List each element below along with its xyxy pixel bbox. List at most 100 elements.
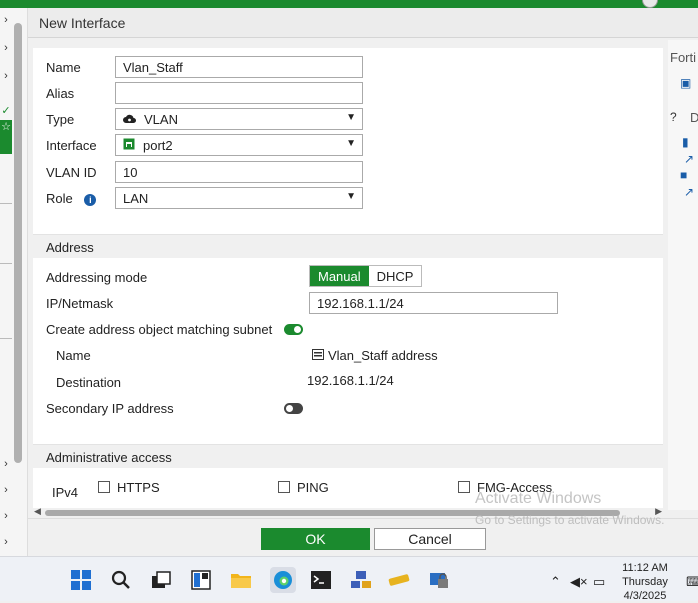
network-app-icon[interactable] <box>350 569 372 591</box>
https-checkbox[interactable]: HTTPS <box>98 480 160 495</box>
security-app-icon[interactable] <box>428 569 450 591</box>
interface-form: Name Vlan_Staff Alias Type VLAN ▼ Interf… <box>33 48 663 508</box>
vlanid-label: VLAN ID <box>46 165 97 180</box>
interface-label: Interface <box>46 138 97 153</box>
secondary-ip-label: Secondary IP address <box>46 401 174 416</box>
app-icon[interactable] <box>388 569 410 591</box>
divider <box>0 338 12 339</box>
monitor-icon[interactable]: ▣ <box>680 76 691 90</box>
cancel-button[interactable]: Cancel <box>374 528 486 550</box>
obj-dest-value: 192.168.1.1/24 <box>307 373 394 388</box>
interface-select[interactable]: port2 ▼ <box>115 134 363 156</box>
book-icon[interactable]: ▮ <box>682 135 689 149</box>
video-icon[interactable]: ■ <box>680 168 687 182</box>
create-obj-label: Create address object matching subnet <box>46 322 273 337</box>
chevron-right-icon[interactable]: › <box>0 484 12 496</box>
create-obj-toggle[interactable] <box>284 324 303 335</box>
volume-muted-icon[interactable]: ◀× <box>570 574 588 590</box>
vlanid-field[interactable]: 10 <box>115 161 363 183</box>
right-panel-d-label: D <box>690 110 698 125</box>
cloud-icon <box>123 112 136 127</box>
file-explorer-icon[interactable] <box>230 569 252 591</box>
chevron-right-icon[interactable]: › <box>0 14 12 26</box>
right-side-panel: Forti ▣ ? D ▮ ↗ ■ ↗ <box>668 40 698 510</box>
chevron-right-icon[interactable]: › <box>0 458 12 470</box>
chevron-right-icon[interactable]: › <box>0 42 12 54</box>
activate-windows-subtitle: Go to Settings to activate Windows. <box>475 513 665 527</box>
type-value: VLAN <box>144 112 178 127</box>
https-label: HTTPS <box>117 480 160 495</box>
obj-dest-label: Destination <box>56 375 122 390</box>
divider <box>0 203 12 204</box>
info-icon[interactable]: i <box>84 194 97 206</box>
caret-down-icon: ▼ <box>346 138 356 149</box>
address-section-title: Address <box>46 240 94 255</box>
check-icon: ✓ <box>1 105 11 117</box>
windows-start-icon[interactable] <box>70 569 92 591</box>
address-section-header: Address <box>33 234 663 258</box>
right-panel-label: Forti <box>670 50 696 65</box>
chevron-up-icon[interactable]: ⌃ <box>550 574 561 590</box>
role-value: LAN <box>123 191 149 206</box>
secondary-ip-toggle[interactable] <box>284 403 303 414</box>
vlanid-value: 10 <box>123 165 138 180</box>
chevron-right-icon[interactable]: › <box>0 70 12 82</box>
activate-windows-title: Activate Windows <box>475 490 602 507</box>
ipmask-field[interactable]: 192.168.1.1/24 <box>309 292 558 314</box>
search-icon[interactable] <box>110 569 132 591</box>
ping-checkbox[interactable]: PING <box>278 480 329 495</box>
page-title: New Interface <box>39 15 126 31</box>
ipmask-label: IP/Netmask <box>46 296 114 311</box>
alias-field[interactable] <box>115 82 363 104</box>
alias-label: Alias <box>46 86 75 101</box>
type-label: Type <box>46 112 75 127</box>
terminal-icon[interactable] <box>310 569 332 591</box>
addressing-mode-toggle: Manual DHCP <box>309 265 423 287</box>
divider <box>0 263 12 264</box>
type-select[interactable]: VLAN ▼ <box>115 108 363 130</box>
external-link-icon[interactable]: ↗ <box>684 185 694 199</box>
chevron-right-icon[interactable]: › <box>0 510 12 522</box>
name-label: Name <box>46 60 81 75</box>
scroll-left-icon[interactable]: ◀ <box>34 506 41 517</box>
favorite-star-icon[interactable]: ☆ <box>0 120 12 154</box>
interface-value: port2 <box>143 138 173 153</box>
clock-day: Thursday <box>622 576 668 588</box>
caret-down-icon: ▼ <box>346 112 356 123</box>
taskbar: ⌃ ◀× ▭ 11:12 AM Thursday 4/3/2025 ⌨ <box>0 556 698 603</box>
obj-name-label: Name <box>56 348 91 363</box>
display-icon[interactable]: ▭ <box>593 574 605 590</box>
obj-name-value: Vlan_Staff address <box>312 348 438 363</box>
ping-label: PING <box>297 480 329 495</box>
caret-down-icon: ▼ <box>346 191 356 202</box>
addressing-mode-label: Addressing mode <box>46 270 148 285</box>
widgets-icon[interactable] <box>190 569 212 591</box>
admin-section-title: Administrative access <box>46 450 172 465</box>
left-scrollbar[interactable] <box>14 23 22 463</box>
obj-name-text: Vlan_Staff address <box>328 348 438 363</box>
name-value: Vlan_Staff <box>123 60 183 75</box>
name-field[interactable]: Vlan_Staff <box>115 56 363 78</box>
ipmask-value: 192.168.1.1/24 <box>317 296 404 311</box>
admin-section-header: Administrative access <box>33 444 663 468</box>
dialog-header: New Interface <box>28 8 698 38</box>
role-select[interactable]: LAN ▼ <box>115 187 363 209</box>
ipv4-label: IPv4 <box>52 485 79 500</box>
address-object-icon <box>312 348 324 363</box>
help-icon[interactable]: ? <box>670 110 677 124</box>
chevron-right-icon[interactable]: › <box>0 536 12 548</box>
task-view-icon[interactable] <box>150 569 172 591</box>
port-icon <box>123 138 135 153</box>
mode-dhcp-button[interactable]: DHCP <box>368 266 422 286</box>
window-control-icon[interactable] <box>642 0 658 8</box>
mode-manual-button[interactable]: Manual <box>310 266 369 286</box>
top-bar <box>0 0 698 8</box>
system-clock[interactable]: 11:12 AM Thursday 4/3/2025 <box>610 561 680 603</box>
clock-time: 11:12 AM <box>622 562 668 574</box>
left-nav-strip: › › › ✓ ☆ › › › › <box>0 8 28 556</box>
role-label: Role i <box>46 191 97 206</box>
external-link-icon[interactable]: ↗ <box>684 152 694 166</box>
edge-browser-icon[interactable] <box>270 567 296 593</box>
ok-button[interactable]: OK <box>261 528 370 550</box>
keyboard-icon[interactable]: ⌨ <box>686 574 698 590</box>
